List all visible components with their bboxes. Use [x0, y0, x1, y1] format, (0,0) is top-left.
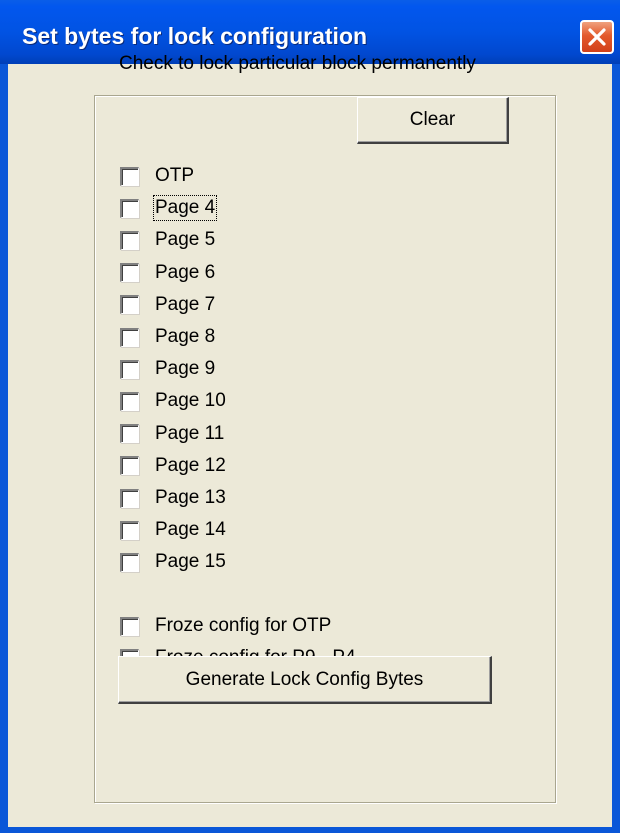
dialog-client-area: [8, 64, 612, 827]
checkbox-box[interactable]: [120, 456, 139, 476]
checkbox-box[interactable]: [120, 230, 139, 250]
checkbox-label[interactable]: Page 15: [155, 551, 226, 573]
instruction-label: Check to lock particular block permanent…: [119, 53, 476, 74]
block-checkbox-page-14[interactable]: Page 14: [120, 517, 226, 543]
checkbox-box[interactable]: [120, 263, 139, 283]
checkbox-box[interactable]: [120, 616, 139, 636]
checkbox-box[interactable]: [120, 295, 139, 315]
block-checkbox-page-8[interactable]: Page 8: [120, 324, 215, 350]
checkbox-box[interactable]: [120, 198, 139, 218]
generate-lock-config-button[interactable]: Generate Lock Config Bytes: [118, 656, 492, 704]
checkbox-box[interactable]: [120, 552, 139, 572]
block-checkbox-page-10[interactable]: Page 10: [120, 388, 226, 414]
checkbox-box[interactable]: [120, 327, 139, 347]
close-button[interactable]: [580, 20, 614, 54]
checkbox-label[interactable]: Froze config for OTP: [155, 615, 331, 637]
close-icon: [588, 28, 606, 46]
block-checkbox-page-7[interactable]: Page 7: [120, 292, 215, 318]
dialog-window: Set bytes for lock configuration: [0, 0, 620, 833]
checkbox-box[interactable]: [120, 424, 139, 444]
checkbox-label[interactable]: OTP: [155, 165, 194, 187]
checkbox-label[interactable]: Page 13: [155, 487, 226, 509]
checkbox-box[interactable]: [120, 520, 139, 540]
block-checkbox-page-4[interactable]: Page 4: [120, 195, 218, 222]
clear-button[interactable]: Clear: [357, 97, 509, 144]
freeze-checkbox-froze-config-for-otp[interactable]: Froze config for OTP: [120, 613, 331, 639]
checkbox-box[interactable]: [120, 488, 139, 508]
checkbox-label[interactable]: Page 6: [155, 262, 215, 284]
checkbox-box[interactable]: [120, 166, 139, 186]
window-title: Set bytes for lock configuration: [22, 23, 368, 49]
checkbox-label[interactable]: Page 12: [155, 455, 226, 477]
block-checkbox-page-11[interactable]: Page 11: [120, 421, 224, 447]
block-checkbox-page-15[interactable]: Page 15: [120, 549, 226, 575]
checkbox-label[interactable]: Page 10: [155, 390, 226, 412]
block-checkbox-page-6[interactable]: Page 6: [120, 260, 215, 286]
block-checkbox-otp[interactable]: OTP: [120, 163, 194, 189]
checkbox-label[interactable]: Page 7: [155, 294, 215, 316]
checkbox-label[interactable]: Page 8: [155, 326, 215, 348]
block-checkbox-page-9[interactable]: Page 9: [120, 356, 215, 382]
checkbox-label[interactable]: Page 5: [155, 229, 215, 251]
block-checkbox-page-13[interactable]: Page 13: [120, 485, 226, 511]
checkbox-label[interactable]: Page 14: [155, 519, 226, 541]
block-checkbox-page-5[interactable]: Page 5: [120, 227, 215, 253]
checkbox-box[interactable]: [120, 359, 139, 379]
checkbox-label[interactable]: Page 4: [152, 195, 218, 222]
block-checkbox-page-12[interactable]: Page 12: [120, 453, 226, 479]
checkbox-box[interactable]: [120, 391, 139, 411]
checkbox-label[interactable]: Page 11: [155, 423, 224, 445]
checkbox-label[interactable]: Page 9: [155, 358, 215, 380]
